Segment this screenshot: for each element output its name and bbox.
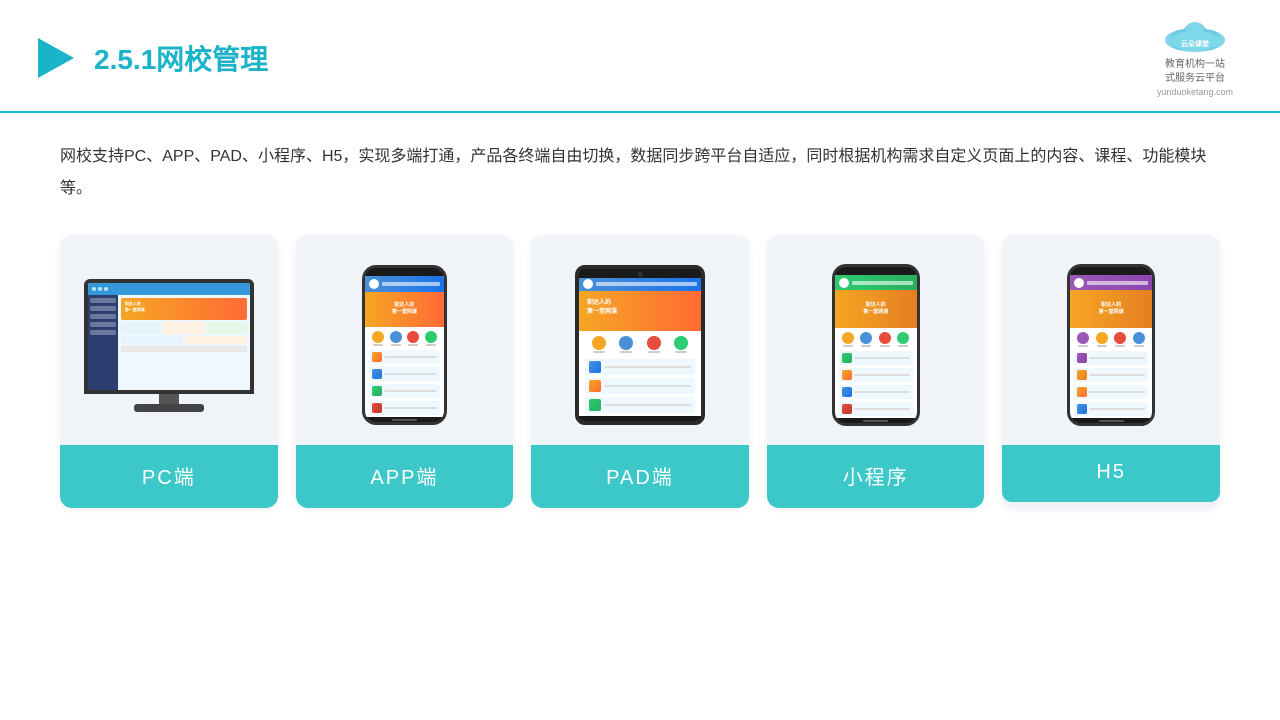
header-left: 2.5.1网校管理 bbox=[30, 34, 268, 82]
miniprogram-label: 小程序 bbox=[767, 445, 985, 508]
pc-image-area: 职达人的第一堂网课 bbox=[60, 235, 278, 445]
h5-card: 职达人的第一堂网课 bbox=[1002, 235, 1220, 508]
logo-icon: 云朵课堂 bbox=[1150, 18, 1240, 56]
section-number: 2.5.1 bbox=[94, 44, 156, 75]
app-label: APP端 bbox=[296, 445, 514, 508]
page-header: 2.5.1网校管理 云朵课堂 教育机构一站式服务云平台 yunduoketang… bbox=[0, 0, 1280, 113]
app-phone-mockup: 职达人的第一堂网课 bbox=[362, 265, 447, 425]
logo-tagline: 教育机构一站式服务云平台 bbox=[1165, 58, 1225, 86]
app-image-area: 职达人的第一堂网课 bbox=[296, 235, 514, 445]
description-text: 网校支持PC、APP、PAD、小程序、H5，实现多端打通，产品各终端自由切换，数… bbox=[60, 141, 1220, 205]
pc-label: PC端 bbox=[60, 445, 278, 508]
svg-text:云朵课堂: 云朵课堂 bbox=[1181, 39, 1209, 48]
page-title: 2.5.1网校管理 bbox=[94, 38, 268, 78]
app-card: 职达人的第一堂网课 bbox=[296, 235, 514, 508]
main-content: 网校支持PC、APP、PAD、小程序、H5，实现多端打通，产品各终端自由切换，数… bbox=[0, 113, 1280, 528]
title-text: 网校管理 bbox=[156, 44, 268, 75]
pad-image-area: 职达人的第一堂网课 bbox=[531, 235, 749, 445]
pad-label: PAD端 bbox=[531, 445, 749, 508]
logo-area: 云朵课堂 教育机构一站式服务云平台 yunduoketang.com bbox=[1150, 18, 1240, 97]
pad-card: 职达人的第一堂网课 bbox=[531, 235, 749, 508]
h5-phone-mockup: 职达人的第一堂网课 bbox=[1067, 264, 1155, 426]
pc-card: 职达人的第一堂网课 bbox=[60, 235, 278, 508]
pc-mockup: 职达人的第一堂网课 bbox=[76, 279, 261, 412]
h5-image-area: 职达人的第一堂网课 bbox=[1002, 235, 1220, 445]
miniprogram-phone-mockup: 职达人的第一堂网课 bbox=[832, 264, 920, 426]
h5-label: H5 bbox=[1002, 445, 1220, 502]
play-icon bbox=[30, 34, 78, 82]
miniprogram-image-area: 职达人的第一堂网课 bbox=[767, 235, 985, 445]
logo-url: yunduoketang.com bbox=[1157, 87, 1233, 97]
miniprogram-card: 职达人的第一堂网课 bbox=[767, 235, 985, 508]
pad-mockup: 职达人的第一堂网课 bbox=[575, 265, 705, 425]
cards-row: 职达人的第一堂网课 bbox=[60, 235, 1220, 508]
